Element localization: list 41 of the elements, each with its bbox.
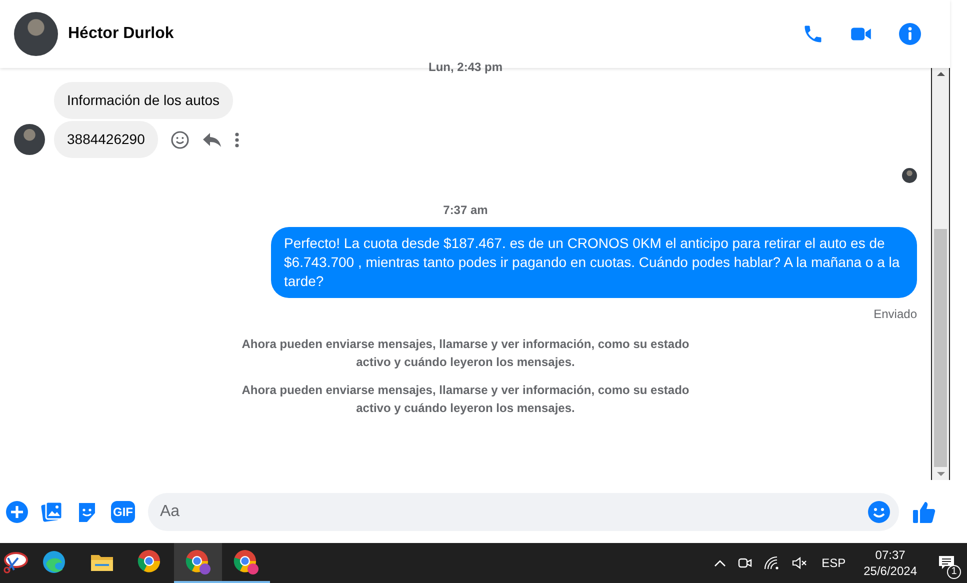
plus-icon[interactable] [6, 500, 28, 522]
message-bubble: Información de los autos [54, 82, 233, 119]
smiley-icon[interactable] [170, 130, 190, 150]
message-status: Enviado [874, 307, 917, 321]
contact-name: Héctor Durlok [68, 25, 174, 43]
video-camera-icon[interactable] [850, 25, 872, 43]
message-bubble: Perfecto! La cuota desde $187.467. es de un CRONOS 0KM el anticipo para retirar el auto es de $6.743.700 , mientras tanto podes ir pagando en cuotas. Cuándo podes hablar? A la mañana o a la tarde? [271, 227, 917, 298]
folder-icon [90, 552, 114, 572]
taskbar-app[interactable] [174, 543, 222, 583]
phone-icon[interactable] [802, 23, 824, 45]
thumbs-up-icon[interactable] [912, 500, 936, 524]
avatar [14, 124, 45, 155]
scroll-down-icon[interactable] [936, 471, 944, 477]
scissors-icon [2, 550, 28, 574]
reply-icon[interactable] [202, 130, 222, 148]
notifications-button[interactable]: 1 [927, 543, 967, 583]
gif-button[interactable]: GIF [111, 500, 135, 522]
chrome-icon [185, 549, 211, 575]
scrollbar[interactable] [931, 68, 950, 480]
chrome-icon [137, 549, 163, 575]
wifi-icon[interactable] [764, 556, 780, 570]
scroll-up-icon[interactable] [936, 71, 944, 77]
sticker-icon[interactable] [76, 500, 98, 522]
clock[interactable]: 07:37 25/6/2024 [864, 547, 917, 579]
speaker-muted-icon[interactable] [792, 556, 808, 570]
image-icon[interactable] [41, 500, 63, 522]
info-icon[interactable] [898, 22, 922, 46]
message-bubble: 3884426290 [54, 121, 158, 158]
avatar [14, 12, 58, 56]
timestamp: Lun, 2:43 pm [427, 62, 504, 72]
more-icon[interactable] [234, 132, 240, 148]
message-input[interactable]: Aa [148, 492, 899, 530]
system-notice: Ahora pueden enviarse mensajes, llamarse y ver información, como su estado activo y cuándo leyeron los mensajes. [240, 382, 690, 417]
seen-avatar [902, 168, 917, 183]
timestamp: 7:37 am [442, 203, 489, 217]
emoji-icon[interactable] [868, 500, 890, 522]
system-notice: Ahora pueden enviarse mensajes, llamarse y ver información, como su estado activo y cuándo leyeron los mensajes. [240, 336, 690, 371]
chevron-up-icon[interactable] [714, 559, 726, 567]
chrome-icon [233, 549, 259, 575]
language-indicator[interactable]: ESP [822, 556, 846, 570]
browser-icon [42, 550, 66, 574]
